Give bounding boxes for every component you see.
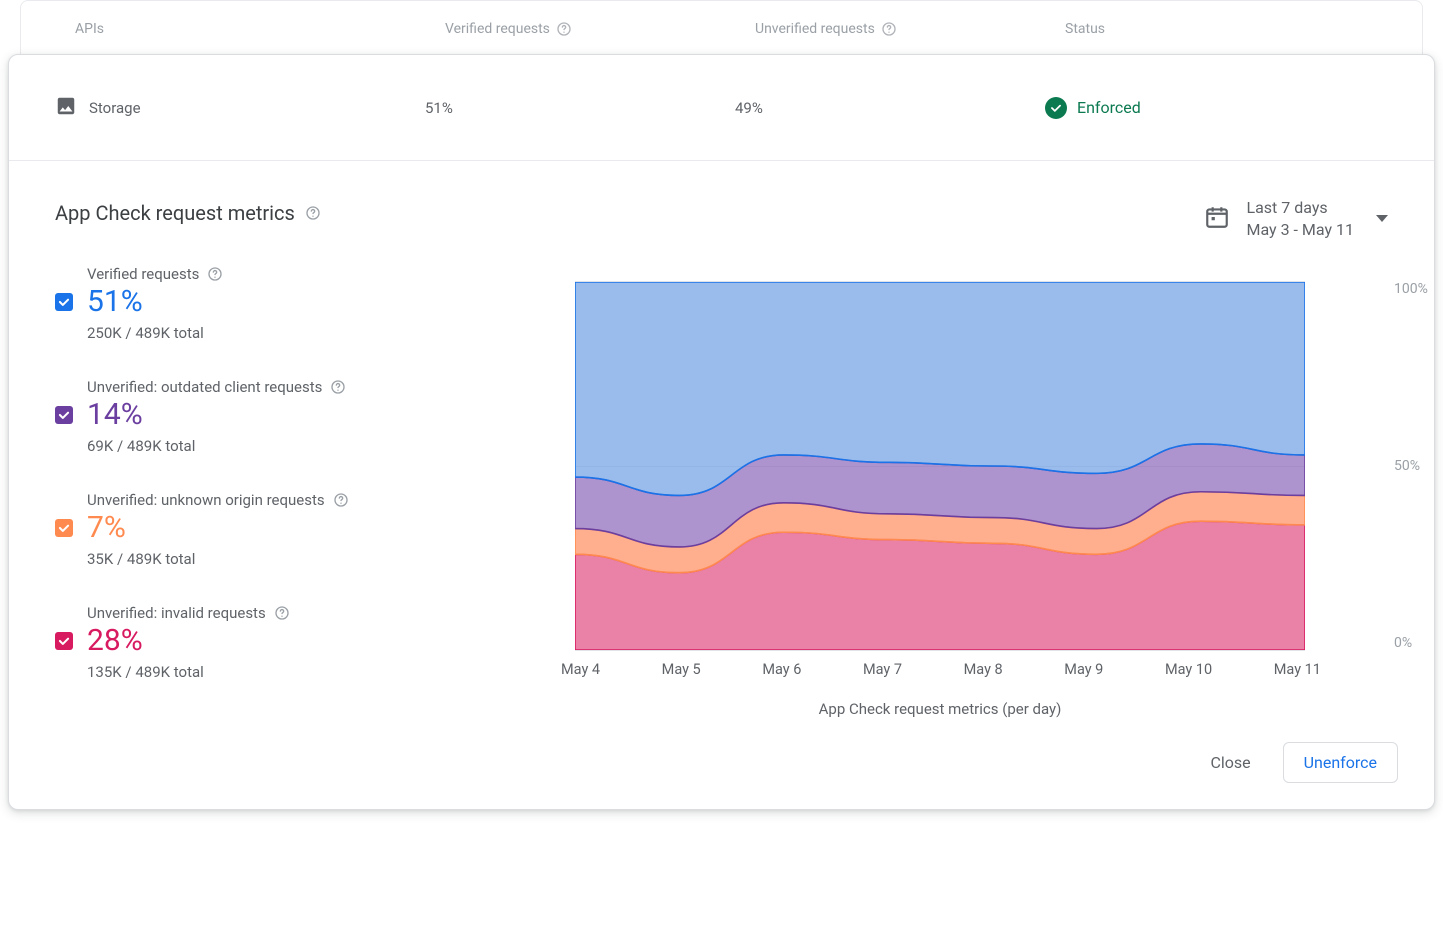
legend-label-text: Verified requests <box>87 265 199 283</box>
x-tick: May 11 <box>1274 661 1321 678</box>
help-icon[interactable] <box>305 205 321 221</box>
legend-item: Unverified: unknown origin requests 7% 3… <box>55 491 575 568</box>
legend-percent: 51% <box>87 285 575 318</box>
legend-label-text: Unverified: outdated client requests <box>87 378 322 396</box>
table-row[interactable]: Storage 51% 49% Enforced <box>9 55 1434 161</box>
y-tick: 100% <box>1394 281 1438 297</box>
x-tick: May 8 <box>964 661 1003 678</box>
legend-percent: 7% <box>87 511 575 544</box>
legend-label: Unverified: unknown origin requests <box>87 491 575 509</box>
legend-percent: 14% <box>87 398 575 431</box>
help-icon[interactable] <box>207 266 223 282</box>
col-status: Status <box>1065 21 1368 37</box>
legend-checkbox[interactable] <box>55 632 73 650</box>
legend-label: Verified requests <box>87 265 575 283</box>
card-footer: Close Unenforce <box>9 718 1434 793</box>
help-icon[interactable] <box>274 605 290 621</box>
legend-percent: 28% <box>87 624 575 657</box>
legend-label: Unverified: invalid requests <box>87 604 575 622</box>
y-axis: 100% 50% 0% <box>1394 281 1438 651</box>
table-header: APIs Verified requests Unverified reques… <box>20 0 1423 58</box>
legend-label-text: Unverified: unknown origin requests <box>87 491 325 509</box>
x-tick: May 7 <box>863 661 902 678</box>
date-range-label: Last 7 days <box>1246 197 1354 219</box>
verified-pct: 51% <box>425 99 735 117</box>
chevron-down-icon <box>1376 215 1388 222</box>
legend-subtext: 250K / 489K total <box>87 324 575 342</box>
legend-label-text: Unverified: invalid requests <box>87 604 266 622</box>
calendar-icon <box>1204 204 1230 234</box>
x-tick: May 6 <box>762 661 801 678</box>
chart-title: App Check request metrics (per day) <box>575 700 1305 718</box>
help-icon[interactable] <box>556 21 572 37</box>
storage-icon <box>55 95 77 121</box>
col-verified: Verified requests <box>445 21 755 37</box>
col-unverified-label: Unverified requests <box>755 21 875 37</box>
legend-item: Unverified: invalid requests 28% 135K / … <box>55 604 575 681</box>
legend-subtext: 35K / 489K total <box>87 550 575 568</box>
help-icon[interactable] <box>333 492 349 508</box>
x-tick: May 9 <box>1064 661 1103 678</box>
date-range-dates: May 3 - May 11 <box>1246 219 1354 241</box>
legend-checkbox[interactable] <box>55 519 73 537</box>
legend-checkbox[interactable] <box>55 406 73 424</box>
x-tick: May 4 <box>561 661 600 678</box>
col-status-label: Status <box>1065 21 1105 37</box>
unverified-pct: 49% <box>735 99 1045 117</box>
date-range-picker[interactable]: Last 7 days May 3 - May 11 <box>1204 197 1388 240</box>
check-circle-icon <box>1045 97 1067 119</box>
area-chart: 100% 50% 0% May 4May 5May 6May 7May 8May… <box>575 281 1388 718</box>
x-tick: May 10 <box>1165 661 1212 678</box>
y-tick: 0% <box>1394 635 1438 651</box>
section-title: App Check request metrics <box>55 201 575 225</box>
legend-label: Unverified: outdated client requests <box>87 378 575 396</box>
col-unverified: Unverified requests <box>755 21 1065 37</box>
help-icon[interactable] <box>881 21 897 37</box>
api-name: Storage <box>89 99 141 117</box>
legend-subtext: 69K / 489K total <box>87 437 575 455</box>
close-button[interactable]: Close <box>1204 745 1256 780</box>
legend-item: Unverified: outdated client requests 14%… <box>55 378 575 455</box>
legend-checkbox[interactable] <box>55 293 73 311</box>
col-apis: APIs <box>75 21 445 37</box>
section-title-text: App Check request metrics <box>55 201 295 225</box>
status-label: Enforced <box>1077 98 1141 117</box>
x-axis: May 4 May 5 May 6 May 7 May 8 May 9 May 10 May … <box>561 661 1321 678</box>
unenforce-button[interactable]: Unenforce <box>1283 742 1398 783</box>
col-apis-label: APIs <box>75 21 104 37</box>
x-tick: May 5 <box>662 661 701 678</box>
y-tick: 50% <box>1394 458 1438 474</box>
help-icon[interactable] <box>330 379 346 395</box>
legend-item: Verified requests 51% 250K / 489K total <box>55 265 575 342</box>
legend-subtext: 135K / 489K total <box>87 663 575 681</box>
status-cell: Enforced <box>1045 97 1388 119</box>
api-cell: Storage <box>55 95 425 121</box>
metrics-card: Storage 51% 49% Enforced App Check reque… <box>8 54 1435 810</box>
col-verified-label: Verified requests <box>445 21 550 37</box>
